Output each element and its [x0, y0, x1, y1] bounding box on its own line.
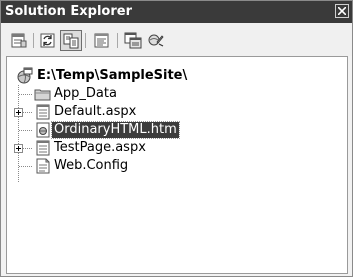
tree-root-node[interactable]: E:\Temp\SampleSite\ [15, 67, 335, 85]
properties-icon [11, 33, 27, 48]
view-code-button[interactable] [91, 30, 113, 51]
toolbar-separator [117, 33, 118, 48]
tree-item-ordinary-html[interactable]: OrdinaryHTML.htm [34, 121, 334, 139]
tree-connector [19, 94, 32, 95]
folder-icon [34, 85, 52, 103]
aspx-file-icon [34, 139, 52, 157]
config-file-icon [34, 157, 52, 175]
tree-root-label: E:\Temp\SampleSite\ [37, 68, 188, 83]
tree-item-label: TestPage.aspx [54, 140, 146, 155]
tree-connector [23, 148, 32, 149]
copy-website-icon [148, 34, 164, 47]
tree-item-default-aspx[interactable]: Default.aspx [34, 103, 334, 121]
html-file-icon [34, 121, 52, 139]
view-designer-icon [124, 32, 142, 49]
solution-explorer-window: Solution Explorer E:\Temp\SampleSite\ Ap… [0, 0, 353, 277]
title-bar[interactable]: Solution Explorer [1, 1, 352, 23]
toolbar [1, 23, 352, 56]
website-icon [15, 67, 33, 85]
close-button[interactable] [335, 4, 349, 18]
refresh-icon [40, 33, 55, 48]
expand-toggle-testpage[interactable] [14, 144, 23, 153]
tree-item-app-data[interactable]: App_Data [34, 85, 334, 103]
copy-website-button[interactable] [145, 30, 167, 51]
close-icon [338, 7, 346, 15]
solution-tree[interactable]: E:\Temp\SampleSite\ App_Data Default.asp… [6, 56, 348, 274]
refresh-button[interactable] [37, 30, 59, 51]
tree-connector [18, 85, 19, 182]
tree-connector [23, 112, 32, 113]
expand-toggle-default[interactable] [14, 108, 23, 117]
tree-item-web-config[interactable]: Web.Config [34, 157, 334, 175]
properties-button[interactable] [8, 30, 30, 51]
view-code-icon [94, 33, 109, 48]
show-all-files-button[interactable] [60, 30, 82, 51]
tree-item-label: Default.aspx [54, 104, 137, 119]
tree-item-label: OrdinaryHTML.htm [51, 121, 180, 139]
toolbar-separator [85, 33, 86, 48]
aspx-file-icon [34, 103, 52, 121]
tree-connector [19, 130, 32, 131]
show-all-files-icon [63, 33, 79, 49]
tree-item-label: App_Data [54, 86, 117, 101]
tree-connector [19, 166, 32, 167]
view-designer-button[interactable] [122, 30, 144, 51]
tree-item-label: Web.Config [54, 158, 129, 173]
tree-item-testpage-aspx[interactable]: TestPage.aspx [34, 139, 334, 157]
toolbar-separator [33, 33, 34, 48]
panel-title: Solution Explorer [5, 4, 132, 19]
